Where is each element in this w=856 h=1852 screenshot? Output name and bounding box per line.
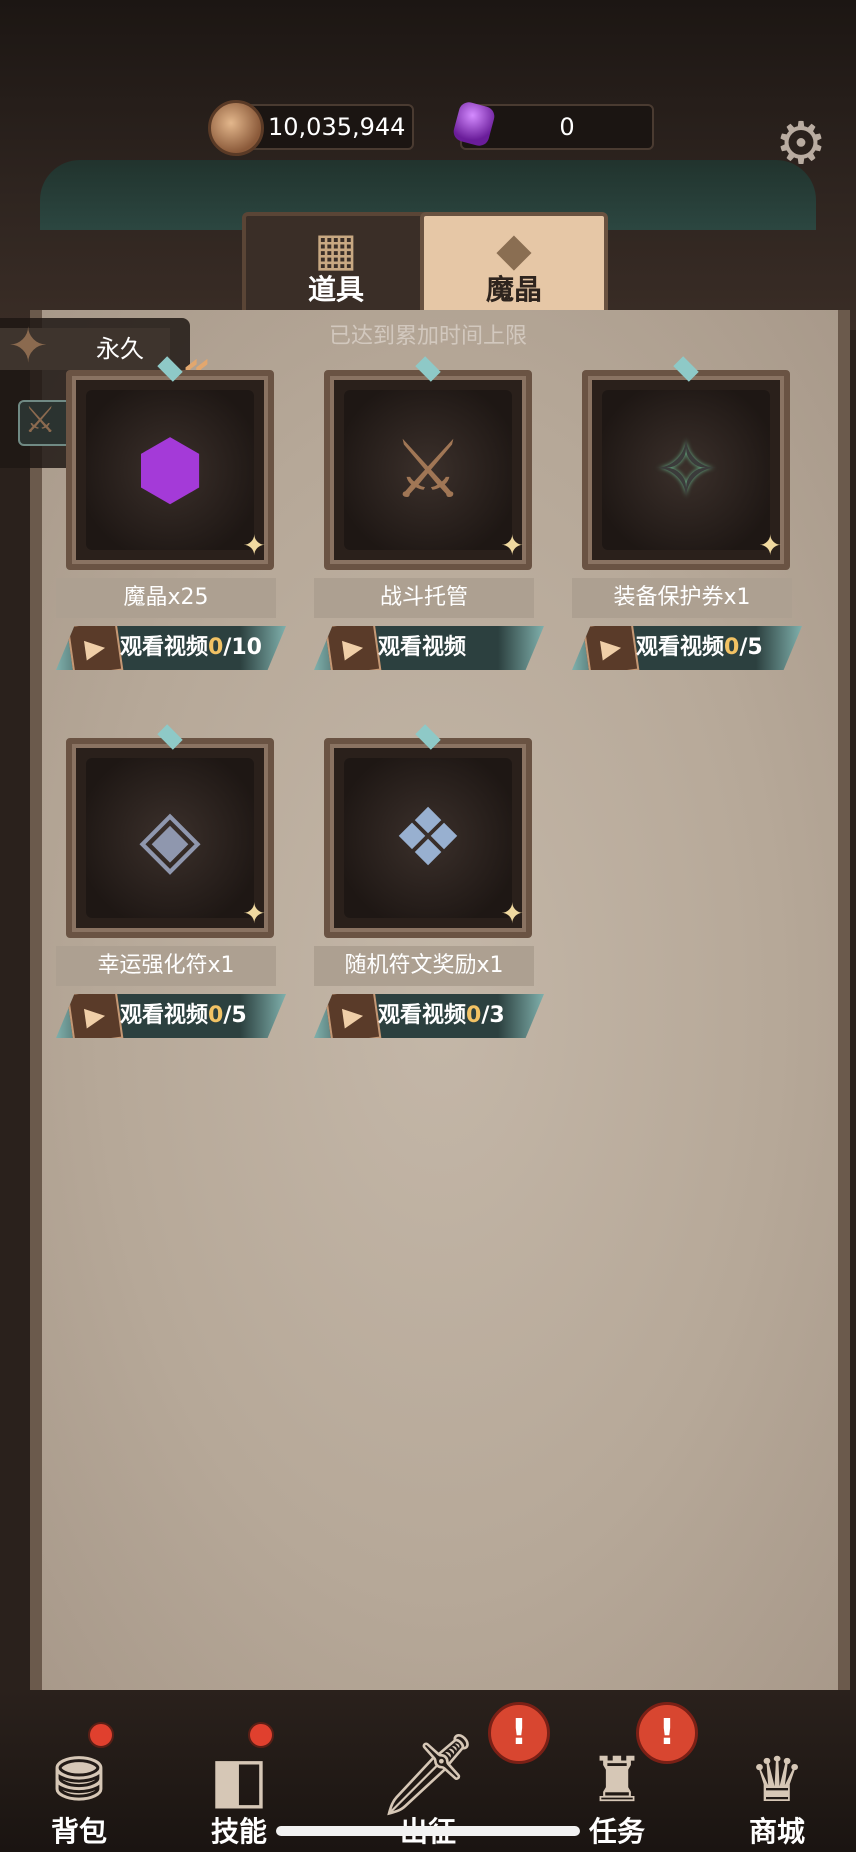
star-icon: ✦ bbox=[758, 529, 782, 562]
item-frame: ⬢ ✦ bbox=[66, 356, 274, 570]
progress-count: 0 bbox=[208, 635, 224, 660]
alert-badge-icon: ! bbox=[488, 1702, 550, 1764]
item-card-random-rune: ❖ ✦ 随机符文奖励x1 ▶ 观看视频0/3 bbox=[314, 724, 544, 1038]
video-play-icon: ▶ bbox=[324, 994, 382, 1038]
tab-crystal-label: 魔晶 bbox=[485, 273, 542, 306]
gem-value: 0 bbox=[559, 113, 575, 141]
protection-scroll-icon: ✧ bbox=[652, 423, 720, 516]
progress-total: /5 bbox=[223, 1003, 247, 1028]
gem-counter: 0 bbox=[451, 100, 654, 150]
progress-total: /10 bbox=[223, 635, 262, 660]
video-play-icon: ▶ bbox=[66, 994, 124, 1038]
shop-crown-icon: ♛ bbox=[749, 1743, 805, 1816]
random-rune-icon: ❖ bbox=[392, 791, 464, 884]
watch-video-button[interactable]: ▶ 观看视频0/3 bbox=[314, 994, 544, 1038]
item-name: 装备保护券x1 bbox=[572, 578, 792, 618]
tab-crystal[interactable]: ◆ 魔晶 bbox=[420, 212, 608, 320]
item-name: 随机符文奖励x1 bbox=[314, 946, 534, 986]
nav-shop[interactable]: ♛ 商城 bbox=[702, 1712, 852, 1852]
video-play-icon: ▶ bbox=[66, 626, 124, 670]
star-icon: ✦ bbox=[500, 529, 524, 562]
alert-badge-icon: ! bbox=[636, 1702, 698, 1764]
sword-map-icon: 🗡 bbox=[377, 1728, 479, 1821]
watch-video-button[interactable]: ▶ 观看视频0/5 bbox=[572, 626, 802, 670]
item-frame: ⚔ ✦ bbox=[324, 356, 532, 570]
home-indicator[interactable] bbox=[276, 1826, 580, 1836]
notification-dot bbox=[248, 1722, 274, 1748]
gold-counter: 10,035,944 bbox=[208, 100, 414, 156]
skill-book-icon: ◧ bbox=[209, 1743, 269, 1816]
gold-value: 10,035,944 bbox=[268, 113, 406, 141]
item-card-crystal: ⬢ ✦ 魔晶x25 ▶ 观看视频0/10 bbox=[56, 356, 286, 670]
progress-total: /5 bbox=[739, 635, 763, 660]
progress-count: 0 bbox=[208, 1003, 224, 1028]
item-name: 战斗托管 bbox=[314, 578, 534, 618]
item-frame: ❖ ✦ bbox=[324, 724, 532, 938]
item-card-lucky-rune: ◈ ✦ 幸运强化符x1 ▶ 观看视频0/5 bbox=[56, 724, 286, 1038]
watch-video-label: 观看视频 bbox=[636, 635, 725, 660]
item-frame: ◈ ✦ bbox=[66, 724, 274, 938]
watch-video-button[interactable]: ▶ 观看视频0/10 bbox=[56, 626, 286, 670]
video-play-icon: ▶ bbox=[324, 626, 382, 670]
tab-props-label: 道具 bbox=[307, 273, 364, 306]
tab-props[interactable]: ▦ 道具 bbox=[242, 212, 430, 320]
horn-icon: ♜ bbox=[589, 1743, 645, 1816]
auto-battle-icon: ⚔ bbox=[392, 423, 464, 516]
coin-icon bbox=[208, 100, 264, 156]
item-frame: ✧ ✦ bbox=[582, 356, 790, 570]
watch-video-button[interactable]: ▶ 观看视频0/5 bbox=[56, 994, 286, 1038]
item-name: 魔晶x25 bbox=[56, 578, 276, 618]
backpack-icon: ⛃ bbox=[53, 1743, 105, 1816]
crossed-swords-icon: ⚔ bbox=[24, 400, 57, 441]
progress-count: 0 bbox=[724, 635, 740, 660]
watch-video-label: 观看视频 bbox=[120, 1003, 209, 1028]
item-card-auto-battle: ⚔ ✦ 战斗托管 ▶ 观看视频 bbox=[314, 356, 544, 670]
watch-video-button[interactable]: ▶ 观看视频 bbox=[314, 626, 544, 670]
nav-backpack-label: 背包 bbox=[50, 1815, 107, 1848]
item-name: 幸运强化符x1 bbox=[56, 946, 276, 986]
settings-gear-icon[interactable]: ⚙ bbox=[766, 108, 836, 178]
progress-count: 0 bbox=[466, 1003, 482, 1028]
watch-video-label: 观看视频 bbox=[120, 635, 209, 660]
star-icon: ✦ bbox=[242, 529, 266, 562]
star-icon: ✦ bbox=[500, 897, 524, 930]
nav-shop-label: 商城 bbox=[748, 1815, 805, 1848]
lucky-rune-icon: ◈ bbox=[139, 791, 201, 884]
star-icon: ✦ bbox=[242, 897, 266, 930]
watch-video-label: 观看视频 bbox=[378, 1003, 467, 1028]
progress-total: /3 bbox=[481, 1003, 505, 1028]
watch-video-label: 观看视频 bbox=[378, 635, 467, 660]
notification-dot bbox=[88, 1722, 114, 1748]
boost-crest-icon: ✦ bbox=[8, 318, 49, 374]
nav-backpack[interactable]: ⛃ 背包 bbox=[4, 1712, 154, 1852]
item-card-protection-scroll: ✧ ✦ 装备保护券x1 ▶ 观看视频0/5 bbox=[572, 356, 802, 670]
video-play-icon: ▶ bbox=[582, 626, 640, 670]
purple-crystal-icon: ⬢ bbox=[135, 423, 205, 516]
